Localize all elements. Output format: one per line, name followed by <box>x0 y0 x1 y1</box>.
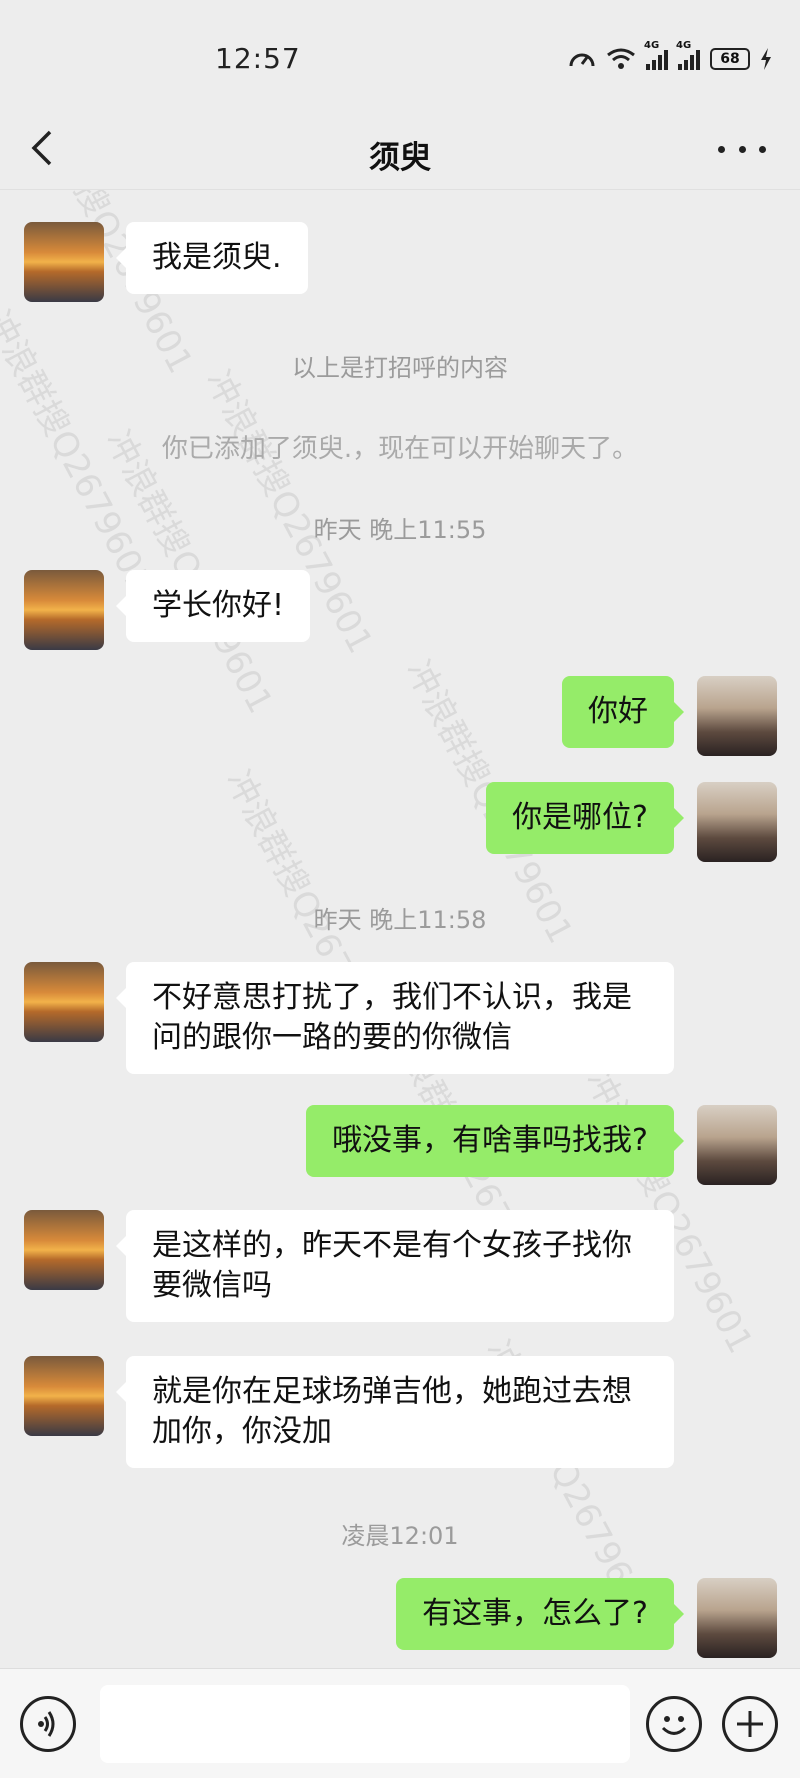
more-dots-icon[interactable] <box>718 134 766 164</box>
peer-avatar[interactable] <box>24 1210 104 1290</box>
status-time: 12:57 <box>215 42 301 75</box>
emoji-icon[interactable] <box>646 1696 702 1752</box>
speed-icon <box>569 53 595 67</box>
status-bar: 12:57 4G 4G 68 <box>0 0 800 110</box>
message-bubble[interactable]: 你是哪位? <box>486 782 684 854</box>
message-bubble[interactable]: 就是你在足球场弹吉他，她跑过去想加你，你没加 <box>116 1356 674 1468</box>
battery-indicator: 68 <box>710 48 750 70</box>
timestamp: 昨天 晚上11:55 <box>313 516 487 544</box>
chat-header: 须臾 <box>0 110 800 190</box>
peer-avatar[interactable] <box>24 570 104 650</box>
plus-icon[interactable] <box>722 1696 778 1752</box>
input-bar <box>0 1668 800 1778</box>
message-input[interactable] <box>100 1685 630 1763</box>
signal-icon: 4G <box>644 40 668 70</box>
my-avatar[interactable] <box>697 676 777 756</box>
message-bubble[interactable]: 学长你好! <box>115 570 311 642</box>
network-type-label: 4G <box>644 40 660 51</box>
chat-title: 须臾 <box>369 140 431 176</box>
system-note: 以上是打招呼的内容 <box>292 354 508 382</box>
charging-icon <box>761 48 771 70</box>
wifi-icon <box>607 48 635 69</box>
message-bubble[interactable]: 你好 <box>562 676 684 748</box>
network-type-label: 4G <box>676 40 692 51</box>
peer-avatar[interactable] <box>24 1356 104 1436</box>
my-avatar[interactable] <box>697 1578 777 1658</box>
message-bubble[interactable]: 不好意思打扰了，我们不认识，我是问的跟你一路的要的你微信 <box>116 962 674 1074</box>
message-bubble[interactable]: 我是须臾. <box>116 222 308 294</box>
signal-icon: 4G <box>676 40 700 70</box>
message-bubble[interactable]: 有这事，怎么了? <box>396 1578 684 1650</box>
my-avatar[interactable] <box>697 782 777 862</box>
peer-avatar[interactable] <box>24 962 104 1042</box>
timestamp: 昨天 晚上11:58 <box>313 906 487 934</box>
my-avatar[interactable] <box>697 1105 777 1185</box>
message-bubble[interactable]: 是这样的，昨天不是有个女孩子找你要微信吗 <box>116 1210 674 1322</box>
status-icons: 4G 4G 68 <box>568 40 772 74</box>
voice-icon[interactable] <box>20 1696 76 1752</box>
message-bubble[interactable]: 哦没事，有啥事吗找我? <box>306 1105 684 1177</box>
system-note: 你已添加了须臾.，现在可以开始聊天了。 <box>161 434 639 464</box>
peer-avatar[interactable] <box>24 222 104 302</box>
timestamp: 凌晨12:01 <box>341 1522 459 1550</box>
